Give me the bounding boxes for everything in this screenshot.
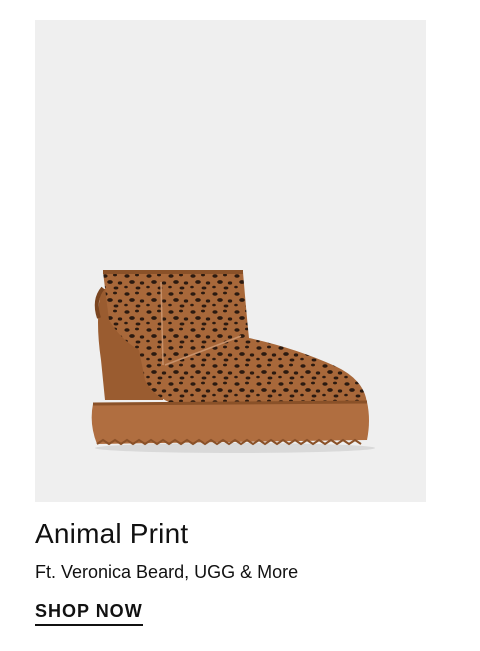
shop-now-link[interactable]: SHOP NOW: [35, 600, 143, 626]
promo-title: Animal Print: [35, 518, 189, 549]
leopard-boot-icon: [91, 270, 375, 453]
promo-card[interactable]: Animal Print Ft. Veronica Beard, UGG & M…: [0, 0, 480, 651]
product-image[interactable]: [35, 20, 426, 502]
promo-subtitle: Ft. Veronica Beard, UGG & More: [35, 562, 299, 582]
